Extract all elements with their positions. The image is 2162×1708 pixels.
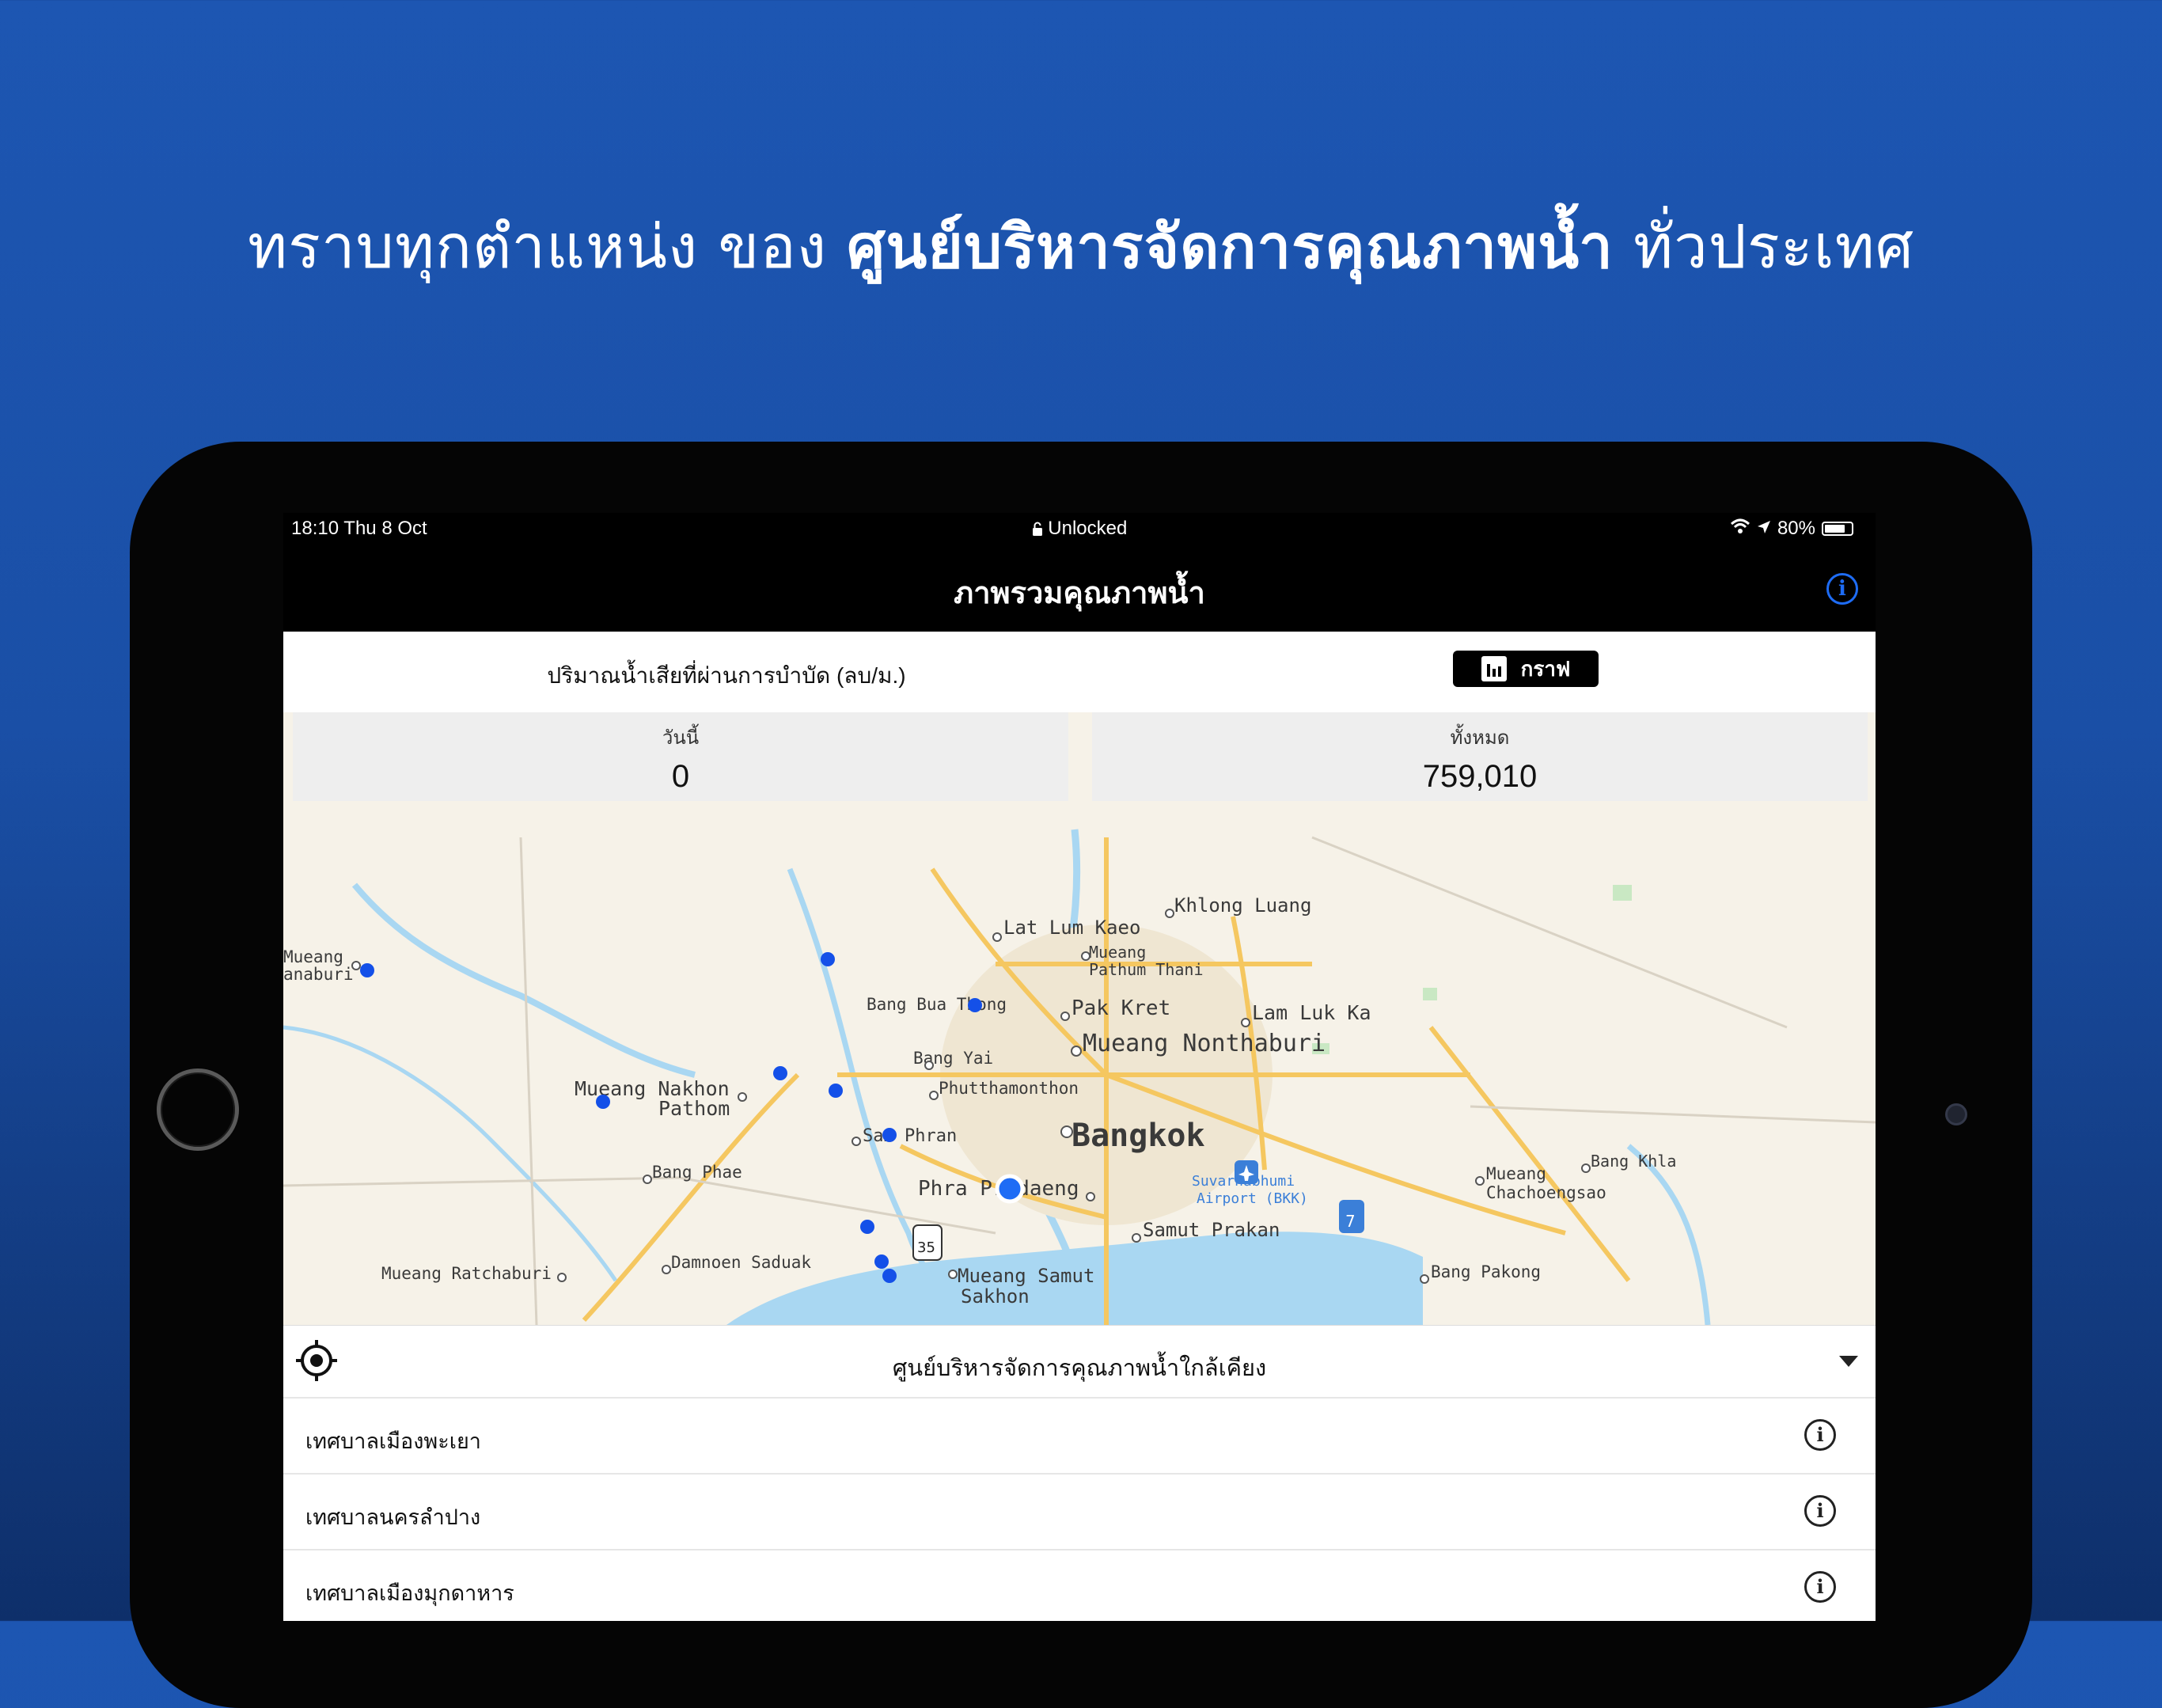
current-location-marker [995, 1174, 1025, 1204]
lock-icon [1032, 518, 1049, 539]
map-label-chachoengsao-2: Chachoengsao [1486, 1183, 1606, 1202]
stat-today-value: 0 [671, 759, 690, 794]
map-label-samut-sakhon-2: Sakhon [961, 1285, 1030, 1308]
map-label-kanchanaburi-2: anaburi [283, 965, 354, 984]
map-label-ratchaburi: Mueang Ratchaburi [381, 1264, 552, 1283]
map-label-suvarnabhumi-2: Airport (BKK) [1197, 1190, 1308, 1207]
route-shield-35: 35 [912, 1224, 943, 1261]
stat-total-caption: ทั้งหมด [1450, 727, 1510, 749]
promo-text-after: ทั่วประเทศ [1613, 211, 1914, 282]
front-camera [1945, 1103, 1967, 1125]
status-center: Unlocked [283, 518, 1876, 540]
map-label-mueang-nonthaburi: Mueang Nonthaburi [1083, 1030, 1326, 1057]
battery-level [1825, 525, 1845, 533]
list-item-label: เทศบาลเมืองพะเยา [305, 1429, 481, 1453]
map-label-pathum-1: Mueang [1089, 943, 1146, 962]
map-label-nakhon-pathom-2: Pathom [658, 1097, 730, 1120]
map-label-chachoengsao-1: Mueang [1486, 1164, 1546, 1183]
status-bar: 18:10 Thu 8 Oct Unlocked 80% [283, 513, 1876, 545]
map-label-damnoen-saduak: Damnoen Saduak [671, 1253, 811, 1272]
stat-total: ทั้งหมด 759,010 [1092, 712, 1868, 801]
map-label-samut-prakan: Samut Prakan [1143, 1219, 1280, 1241]
stat-today: วันนี้ 0 [293, 712, 1068, 801]
list-item[interactable]: เทศบาลเมืองพะเยา i [283, 1397, 1876, 1475]
map-label-khlong-luang: Khlong Luang [1174, 894, 1311, 917]
map-label-sam-phran: Sam Phran [863, 1126, 957, 1146]
list-item-label: เทศบาลเมืองมุกดาหาร [305, 1581, 514, 1605]
list-item[interactable]: เทศบาลเมืองมุกดาหาร i [283, 1549, 1876, 1621]
ipad-screen: 18:10 Thu 8 Oct Unlocked 80% ภาพรวมคุณภา… [283, 513, 1876, 1621]
panel-title: ศูนย์บริหารจัดการคุณภาพน้ำใกล้เคียง [892, 1356, 1267, 1381]
lock-status: Unlocked [1048, 518, 1128, 539]
map-marker [829, 1084, 843, 1098]
map-marker [360, 963, 374, 977]
map-marker [860, 1220, 874, 1234]
graph-button-label: กราฟ [1520, 656, 1571, 681]
map-label-lam-luk-ka: Lam Luk Ka [1252, 1001, 1371, 1024]
info-icon[interactable]: i [1804, 1495, 1836, 1527]
map-label-lat-lum-kaeo: Lat Lum Kaeo [1003, 917, 1140, 939]
panel-header[interactable]: ศูนย์บริหารจัดการคุณภาพน้ำใกล้เคียง [283, 1326, 1876, 1397]
airport-icon [1235, 1160, 1258, 1184]
svg-text:35: 35 [917, 1239, 935, 1256]
battery-percent: 80% [1777, 518, 1815, 539]
map-marker [821, 952, 835, 966]
home-button[interactable] [157, 1068, 239, 1151]
map-label-bang-khla: Bang Khla [1591, 1152, 1676, 1171]
map-marker [773, 1066, 787, 1080]
map-marker [874, 1254, 889, 1269]
stats-label: ปริมาณน้ำเสียที่ผ่านการบำบัด (ลบ/ม.) [547, 663, 906, 688]
map-label-bang-phae: Bang Phae [652, 1163, 742, 1182]
list-item-label: เทศบาลนครลำปาง [305, 1505, 481, 1529]
info-button[interactable]: i [1826, 573, 1858, 605]
page-title: ภาพรวมคุณภาพน้ำ [954, 577, 1205, 610]
svg-text:7: 7 [1345, 1212, 1356, 1231]
info-icon[interactable]: i [1804, 1571, 1836, 1603]
promo-text-bold: ศูนย์บริหารจัดการคุณภาพน้ำ [847, 211, 1614, 282]
map-label-kanchanaburi-1: Mueang [283, 947, 343, 966]
map-label-phutthamonthon: Phutthamonthon [939, 1079, 1079, 1098]
promo-text-before: ทราบทุกตำแหน่ง ของ [248, 211, 848, 282]
status-right: 80% [1730, 518, 1853, 540]
stat-total-value: 759,010 [1422, 759, 1538, 794]
wifi-icon [1730, 518, 1750, 540]
info-icon[interactable]: i [1804, 1419, 1836, 1451]
map-marker [596, 1095, 610, 1109]
map-label-bang-bua-thong: Bang Bua Thong [867, 995, 1007, 1014]
nearby-centers-panel: ศูนย์บริหารจัดการคุณภาพน้ำใกล้เคียง เทศบ… [283, 1325, 1876, 1621]
stats-header: ปริมาณน้ำเสียที่ผ่านการบำบัด (ลบ/ม.) กรา… [283, 632, 1876, 712]
chevron-down-icon[interactable] [1839, 1356, 1858, 1367]
map-label-bang-pakong: Bang Pakong [1431, 1262, 1541, 1281]
location-arrow-icon [1757, 518, 1771, 540]
battery-icon [1822, 522, 1853, 536]
route-shield-7: 7 [1339, 1200, 1364, 1233]
map-marker [882, 1269, 897, 1283]
map-label-pathum-2: Pathum Thani [1089, 960, 1204, 979]
navigation-bar: ภาพรวมคุณภาพน้ำ i [283, 545, 1876, 632]
promo-headline: ทราบทุกตำแหน่ง ของ ศูนย์บริหารจัดการคุณภ… [0, 207, 2162, 287]
map-marker [968, 998, 982, 1012]
graph-button[interactable]: กราฟ [1453, 651, 1599, 687]
list-item[interactable]: เทศบาลนครลำปาง i [283, 1473, 1876, 1550]
bar-chart-icon [1481, 656, 1507, 681]
map-label-pak-kret: Pak Kret [1072, 996, 1170, 1020]
map-marker [882, 1128, 897, 1142]
stat-today-caption: วันนี้ [662, 727, 700, 749]
map-label-bangkok: Bangkok [1072, 1118, 1205, 1154]
map-label-samut-sakhon-1: Mueang Samut [958, 1265, 1094, 1287]
